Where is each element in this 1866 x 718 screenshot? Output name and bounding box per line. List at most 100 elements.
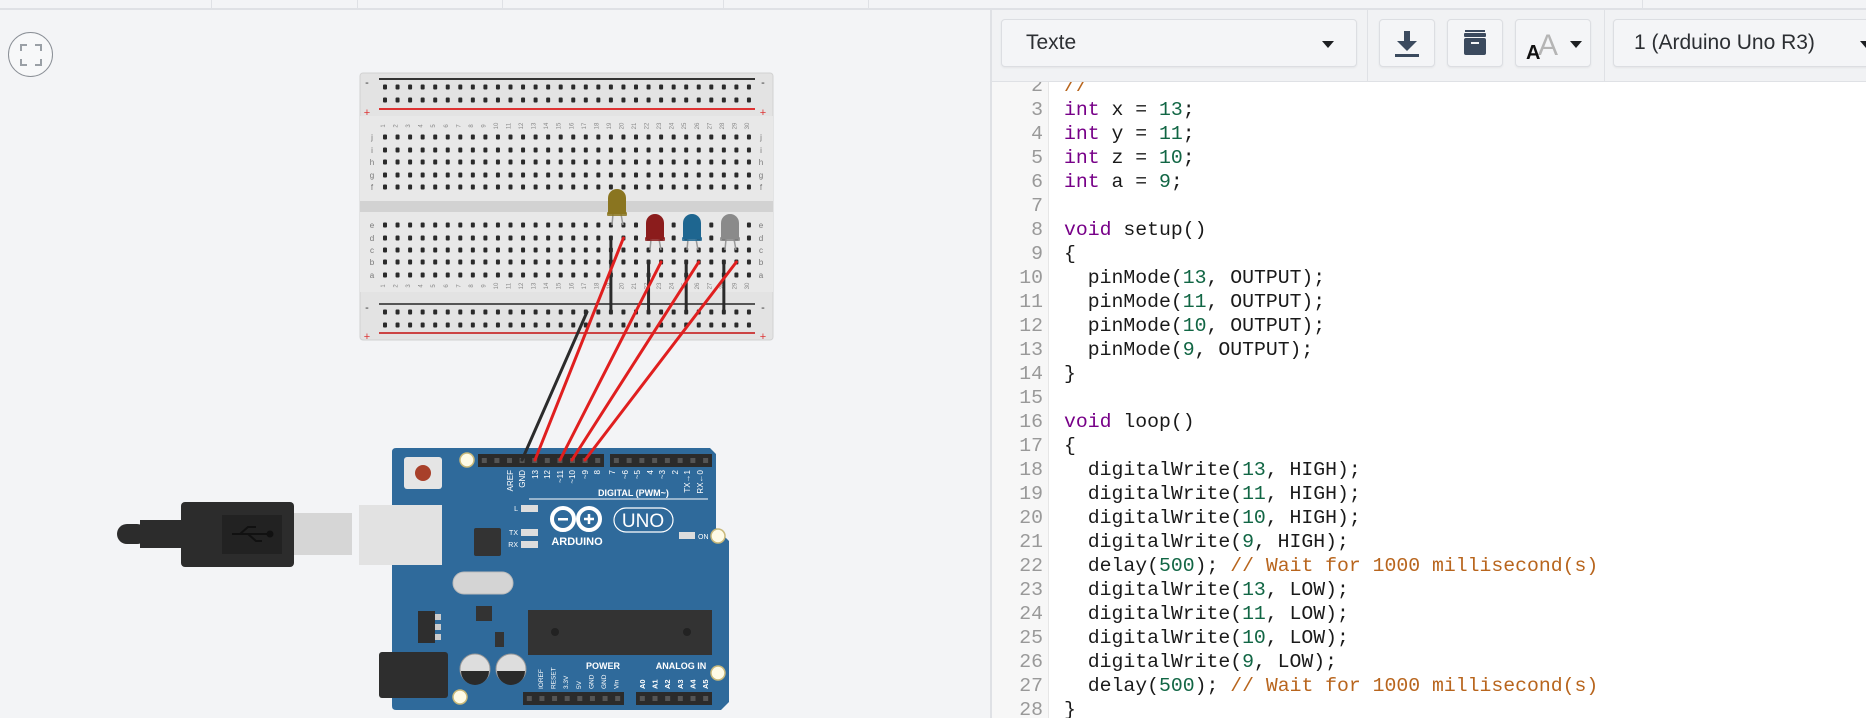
breadboard-hole <box>696 272 701 278</box>
line-number: 7 <box>1031 195 1043 217</box>
code-line[interactable]: 13 pinMode(9, OUTPUT); <box>992 338 1866 362</box>
column-number: 18 <box>594 282 600 289</box>
column-number: 29 <box>732 122 738 129</box>
code-line[interactable]: 6 int a = 9; <box>992 170 1866 194</box>
font-size-button[interactable]: A A <box>1515 19 1591 67</box>
code-line[interactable]: 5 int z = 10; <box>992 146 1866 170</box>
breadboard-hole <box>558 272 563 278</box>
breadboard-hole <box>684 97 689 103</box>
breadboard-hole <box>445 235 450 241</box>
power-label: POWER <box>586 661 621 671</box>
code-line[interactable]: 22 delay(500); // Wait for 1000 millisec… <box>992 554 1866 578</box>
breadboard-hole <box>709 134 714 140</box>
code-line[interactable]: 11 pinMode(11, OUTPUT); <box>992 290 1866 314</box>
code-lines[interactable]: 2//3 int x = 13; 4 int y = 11; 5 int z = 10; 6… <box>992 82 1866 718</box>
code-line[interactable]: 7 <box>992 194 1866 218</box>
code-mode-dropdown[interactable]: Texte <box>1001 19 1357 67</box>
breadboard-hole <box>746 172 751 178</box>
code-line[interactable]: 15 <box>992 386 1866 410</box>
code-line[interactable]: 3 int x = 13; <box>992 98 1866 122</box>
code-text: digitalWrite(11, LOW); <box>1064 602 1349 626</box>
header-pin <box>602 696 608 701</box>
code-line[interactable]: 21 digitalWrite(9, HIGH); <box>992 530 1866 554</box>
breadboard-hole <box>671 322 676 328</box>
breadboard-hole <box>583 259 588 265</box>
breadboard-hole <box>621 247 626 253</box>
header-pin <box>507 458 512 463</box>
breadboard-hole <box>571 259 576 265</box>
header-pin <box>494 458 500 463</box>
breadboard-hole <box>433 309 438 315</box>
breadboard-hole <box>608 97 613 103</box>
code-line[interactable]: 25 digitalWrite(10, LOW); <box>992 626 1866 650</box>
rail-label: + <box>760 331 766 343</box>
breadboard-hole <box>495 159 500 165</box>
code-line[interactable]: 19 digitalWrite(11, HIGH); <box>992 482 1866 506</box>
code-area[interactable]: 2//3 int x = 13; 4 int y = 11; 5 int z = 10; 6… <box>992 82 1866 718</box>
digital-header-right <box>610 454 712 467</box>
code-line[interactable]: 27 delay(500); // Wait for 1000 millisec… <box>992 674 1866 698</box>
digital-pin-label: 12 <box>543 469 552 478</box>
code-line[interactable]: 23 digitalWrite(13, LOW); <box>992 578 1866 602</box>
breadboard-hole <box>408 259 413 265</box>
code-line[interactable]: 4 int y = 11; <box>992 122 1866 146</box>
code-line[interactable]: 12 pinMode(10, OUTPUT); <box>992 314 1866 338</box>
svg-text:A: A <box>1538 29 1558 62</box>
breadboard-hole <box>646 134 651 140</box>
mounting-hole <box>710 528 726 544</box>
breadboard-hole <box>659 147 664 153</box>
breadboard-hole <box>546 309 551 315</box>
code-line[interactable]: 16 void loop() <box>992 410 1866 434</box>
breadboard-hole <box>646 184 651 190</box>
breadboard-hole <box>646 97 651 103</box>
code-line[interactable]: 10 pinMode(13, OUTPUT); <box>992 266 1866 290</box>
code-line[interactable]: 18 digitalWrite(13, HIGH); <box>992 458 1866 482</box>
number-token: 11 <box>1242 483 1266 505</box>
code-text: pinMode(9, OUTPUT); <box>1064 338 1314 362</box>
breadboard-hole <box>458 235 463 241</box>
breadboard-hole <box>533 172 538 178</box>
code-line[interactable]: 28} <box>992 698 1866 718</box>
code-line[interactable]: 17 { <box>992 434 1866 458</box>
code-line[interactable]: 26 digitalWrite(9, LOW); <box>992 650 1866 674</box>
code-line[interactable]: 14} <box>992 362 1866 386</box>
code-line[interactable]: 8 void setup() <box>992 218 1866 242</box>
download-button[interactable] <box>1379 19 1435 67</box>
keyword-token: int <box>1064 99 1100 121</box>
code-line[interactable]: 24 digitalWrite(11, LOW); <box>992 602 1866 626</box>
line-number: 16 <box>1019 411 1043 433</box>
breadboard-hole <box>659 97 664 103</box>
code-line[interactable]: 20 digitalWrite(10, HIGH); <box>992 506 1866 530</box>
circuit-canvas[interactable]: - - + + - - + + j j i i h h g g f f e e d d c c b b a a 1 1 2 2 3 3 4 4 5 5 6 6… <box>0 10 990 718</box>
breadboard-hole <box>383 247 387 253</box>
breadboard-hole <box>433 259 438 265</box>
column-number: 14 <box>544 282 550 289</box>
header-pin <box>690 458 696 463</box>
breadboard-hole <box>495 309 500 315</box>
code-line[interactable]: 2 // <box>992 82 1866 98</box>
breadboard-hole <box>571 309 576 315</box>
breadboard-hole <box>746 247 751 253</box>
board-dropdown[interactable]: 1 (Arduino Uno R3) <box>1613 19 1866 67</box>
power-header <box>523 692 624 705</box>
breadboard-hole <box>433 97 438 103</box>
breadboard-hole <box>621 259 626 265</box>
code-text: // <box>1064 82 1088 98</box>
breadboard-hole <box>533 272 538 278</box>
line-number: 4 <box>1031 123 1043 145</box>
column-number: 27 <box>707 282 713 289</box>
fit-view-button[interactable] <box>8 32 53 77</box>
code-token: pinMode( <box>1064 267 1183 289</box>
arduino-uno[interactable]: AREF GND 13 12 ~11 ~10 ~9 8 7 ~6 ~5 4 ~3 2 TX→1 RX←0DIG… <box>379 448 729 710</box>
line-number: 6 <box>1031 171 1043 193</box>
status-led-label: TX <box>509 530 518 537</box>
power-pin-label: GND <box>601 674 608 689</box>
breadboard[interactable]: - -+ +- -+ +j ji ih hg gf fe ed dc cb ba a112233445566… <box>359 72 774 343</box>
breadboard-hole <box>383 172 387 178</box>
code-line[interactable]: 9{ <box>992 242 1866 266</box>
breadboard-hole <box>495 147 500 153</box>
divider <box>1604 10 1605 81</box>
breadboard-hole <box>634 159 638 165</box>
archive-button[interactable] <box>1447 19 1503 67</box>
divider <box>357 0 358 8</box>
